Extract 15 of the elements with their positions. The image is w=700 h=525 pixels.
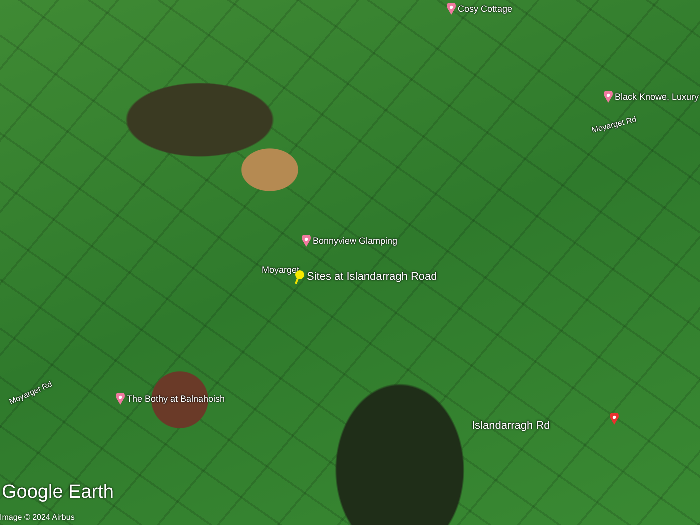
road-label[interactable]: Moyarget Rd bbox=[590, 115, 638, 135]
place-label[interactable]: Cosy Cottage bbox=[458, 4, 513, 14]
placemark-label[interactable]: Sites at Islandarragh Road bbox=[307, 271, 438, 283]
app-logo: Google Earth bbox=[2, 482, 114, 504]
imagery-attribution: Image © 2024 Airbus bbox=[0, 513, 75, 522]
place-label[interactable]: Moyarget bbox=[262, 265, 300, 275]
place-label[interactable]: The Bothy at Balnahoish bbox=[127, 394, 226, 404]
road-label[interactable]: Islandarragh Rd bbox=[472, 420, 550, 432]
place-label[interactable]: Bonnyview Glamping bbox=[313, 236, 398, 246]
map-pin-icon[interactable] bbox=[610, 413, 620, 425]
map-pin-icon[interactable] bbox=[447, 3, 456, 15]
map-pin-icon[interactable] bbox=[604, 91, 613, 103]
map-pin-icon[interactable] bbox=[302, 235, 311, 247]
map-pin-icon[interactable] bbox=[116, 393, 125, 405]
place-label[interactable]: Black Knowe, Luxury bbox=[615, 92, 700, 102]
